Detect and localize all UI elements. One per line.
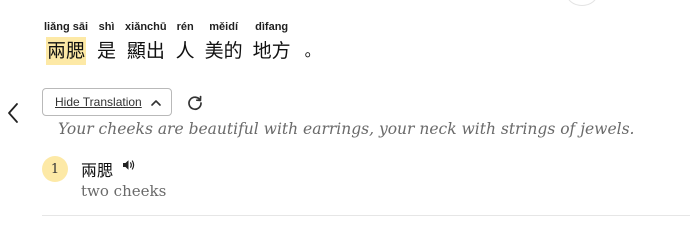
chevron-left-icon[interactable]: [4, 100, 22, 126]
hide-translation-label: Hide Translation: [55, 95, 142, 109]
word-hanzi: 兩腮: [46, 37, 87, 65]
hide-translation-button[interactable]: Hide Translation: [42, 88, 172, 116]
top-round-button[interactable]: [566, 0, 598, 6]
english-translation: Your cheeks are beautiful with earrings,…: [58, 120, 635, 138]
word-hanzi: 地方: [252, 40, 291, 62]
chevron-up-icon: [150, 97, 162, 107]
word-pinyin: shì: [98, 21, 115, 33]
refresh-icon[interactable]: [186, 94, 204, 112]
vocab-word: 兩腮: [81, 161, 114, 180]
word-hanzi: 顯出: [126, 40, 165, 62]
vocab-number-badge: 1: [42, 156, 68, 182]
word-pinyin: měidí: [209, 21, 239, 33]
word-pinyin: xiǎnchū: [125, 21, 167, 33]
sentence-word[interactable]: dìfang 地方: [252, 20, 292, 65]
word-pinyin: rén: [176, 21, 194, 33]
sentence-punctuation: 。: [300, 20, 322, 65]
chinese-sentence: liǎng sāi 兩腮 shì 是 xiǎnchū 顯出 rén 人 měid…: [44, 20, 330, 65]
sentence-word[interactable]: liǎng sāi 兩腮: [44, 20, 88, 65]
vocab-definition: two cheeks: [81, 182, 167, 200]
word-pinyin: dìfang: [255, 21, 289, 33]
word-hanzi: 美的: [204, 40, 243, 62]
sentence-word[interactable]: rén 人: [175, 20, 196, 65]
sentence-word[interactable]: měidí 美的: [204, 20, 244, 65]
sentence-word[interactable]: shì 是: [96, 20, 117, 65]
divider: [42, 215, 690, 216]
word-hanzi: 是: [97, 40, 117, 62]
sentence-word[interactable]: xiǎnchū 顯出: [125, 20, 167, 65]
speaker-icon[interactable]: [122, 157, 136, 171]
word-hanzi: 。: [304, 41, 321, 60]
word-pinyin: liǎng sāi: [44, 21, 89, 33]
word-hanzi: 人: [175, 40, 195, 62]
